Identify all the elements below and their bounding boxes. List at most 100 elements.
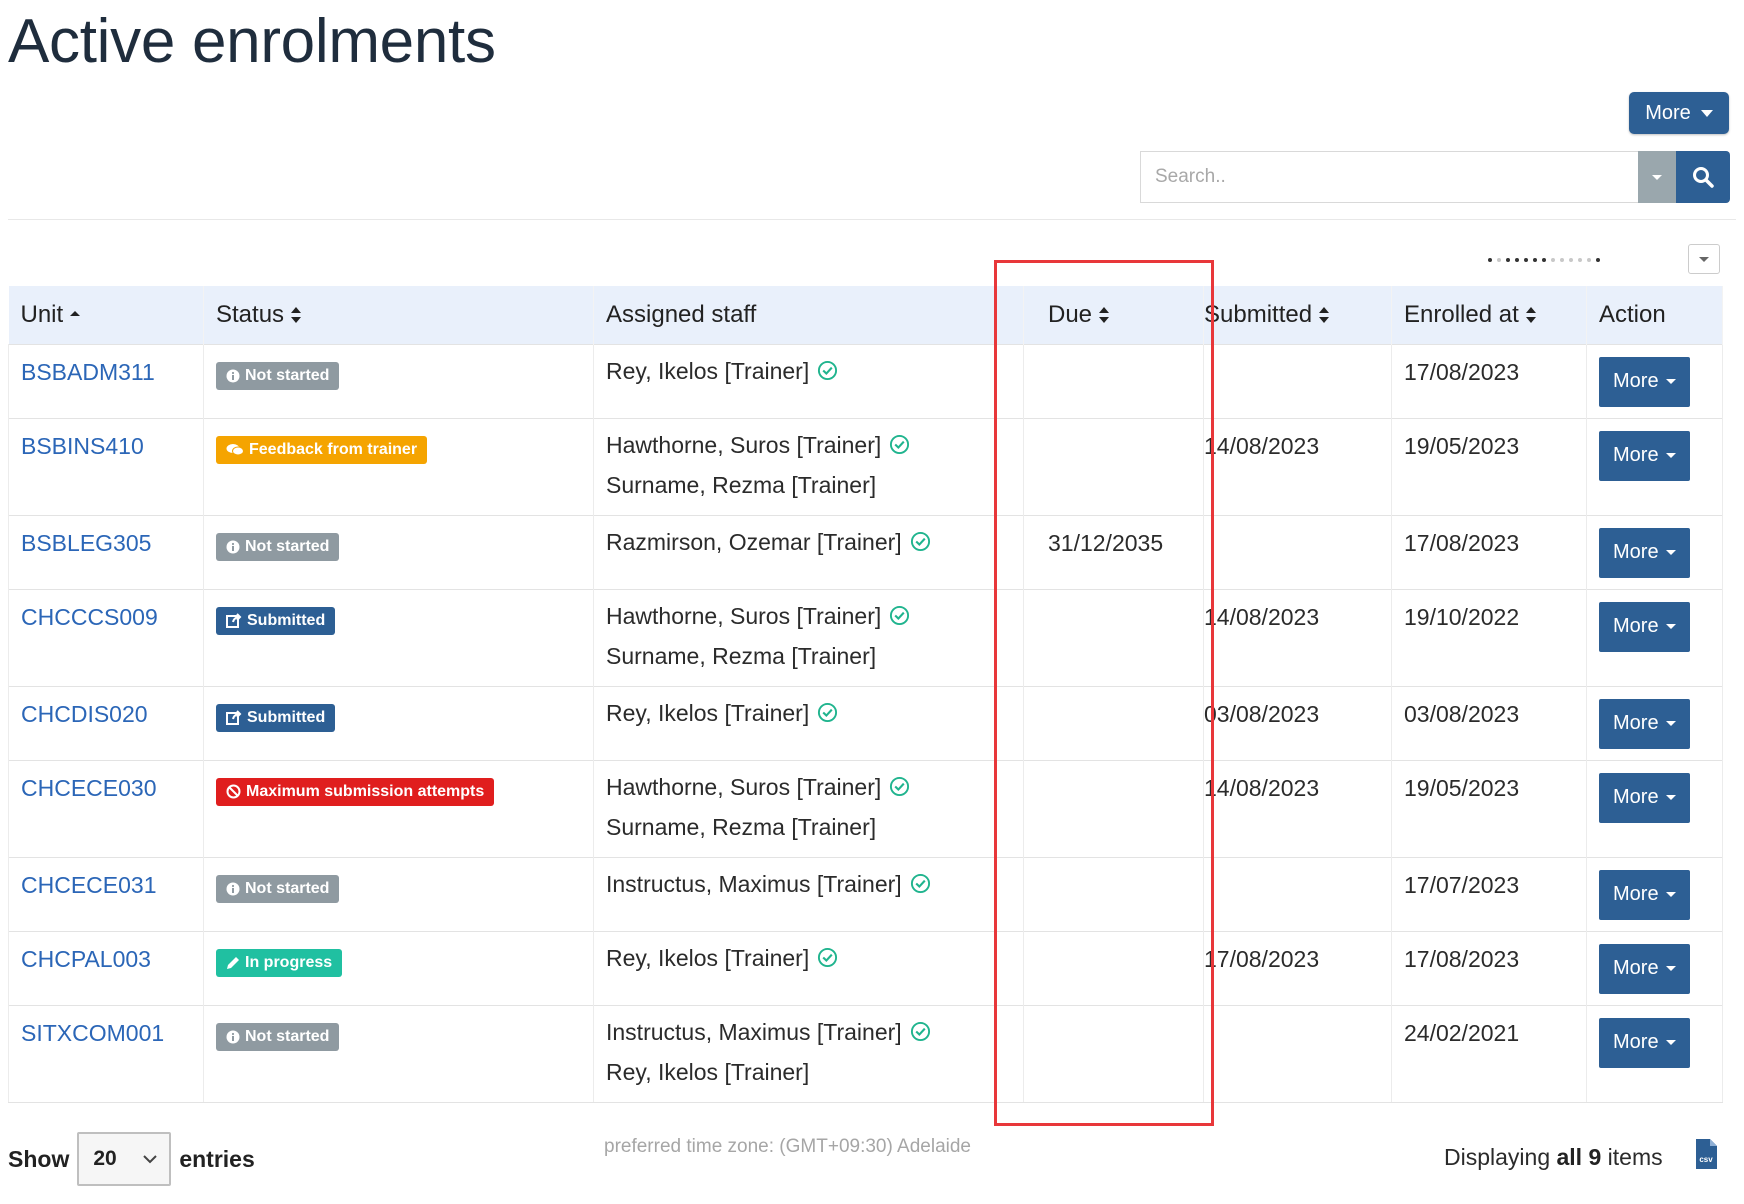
pager-dot[interactable]	[1542, 258, 1546, 262]
cell-enrolled-at: 17/08/2023	[1391, 930, 1587, 1005]
cell-status: Not started	[203, 1004, 594, 1103]
more-menu-button[interactable]: More	[1629, 92, 1729, 134]
unit-link[interactable]: CHCCCS009	[21, 604, 158, 630]
pager-dot[interactable]	[1524, 258, 1528, 262]
staff-member: Rey, Ikelos [Trainer]	[606, 355, 1011, 387]
search-button[interactable]	[1676, 151, 1730, 203]
staff-name: Surname, Rezma [Trainer]	[606, 471, 877, 498]
cell-enrolled-at: 03/08/2023	[1391, 685, 1587, 760]
pager-dot[interactable]	[1587, 258, 1591, 262]
column-header-enrolled-at[interactable]: Enrolled at	[1391, 286, 1587, 344]
page-size-control: Show 20 entries	[8, 1132, 255, 1186]
pager-dot[interactable]	[1560, 258, 1564, 262]
status-label: Submitted	[247, 611, 326, 629]
table-row: CHCECE031 Not started Instructus, Maximus …	[8, 856, 1723, 931]
pager-dot[interactable]	[1488, 258, 1492, 262]
caret-down-icon	[1665, 892, 1676, 897]
unit-link[interactable]: CHCPAL003	[21, 946, 151, 972]
submitted-date: 14/08/2023	[1204, 603, 1320, 630]
cell-unit: CHCECE031	[8, 856, 204, 931]
pager-dot[interactable]	[1596, 258, 1600, 262]
column-toggle-button[interactable]	[1688, 244, 1720, 274]
row-more-button[interactable]: More	[1599, 943, 1690, 994]
caret-down-icon	[1665, 379, 1676, 384]
cell-assigned-staff: Rey, Ikelos [Trainer]	[593, 685, 1024, 760]
pager-dot[interactable]	[1497, 258, 1501, 262]
pager-dot[interactable]	[1533, 258, 1537, 262]
status-label: Not started	[245, 879, 330, 897]
cell-enrolled-at: 19/05/2023	[1391, 417, 1587, 515]
cell-assigned-staff: Hawthorne, Suros [Trainer] Surname, Rezma…	[593, 759, 1024, 857]
table-row: BSBLEG305 Not started Razmirson, Ozemar [T…	[8, 514, 1723, 589]
row-more-button[interactable]: More	[1599, 430, 1690, 481]
status-badge: Feedback from trainer	[216, 435, 428, 464]
cell-submitted: 17/08/2023	[1203, 930, 1392, 1005]
sort-icon	[291, 307, 302, 324]
unit-link[interactable]: CHCECE031	[21, 872, 157, 898]
csv-export-icon[interactable]: csv	[1694, 1138, 1718, 1170]
column-header-submitted[interactable]: Submitted	[1203, 286, 1392, 344]
pager-dot[interactable]	[1551, 258, 1555, 262]
page-size-select[interactable]: 20	[77, 1132, 172, 1186]
row-more-label: More	[1613, 370, 1659, 392]
cell-action: More	[1586, 417, 1723, 515]
unit-link[interactable]: SITXCOM001	[21, 1020, 164, 1046]
column-header-status[interactable]: Status	[203, 286, 594, 344]
sort-icon	[1525, 307, 1536, 324]
row-more-button[interactable]: More	[1599, 527, 1690, 578]
cell-enrolled-at: 19/05/2023	[1391, 759, 1587, 857]
cell-enrolled-at: 24/02/2021	[1391, 1004, 1587, 1103]
cell-action: More	[1586, 588, 1723, 686]
staff-member: Razmirson, Ozemar [Trainer]	[606, 526, 1011, 558]
unit-link[interactable]: CHCECE030	[21, 775, 157, 801]
verified-check-icon	[890, 605, 910, 626]
row-more-button[interactable]: More	[1599, 698, 1690, 749]
staff-name: Rey, Ikelos [Trainer]	[606, 357, 810, 384]
status-label: In progress	[245, 953, 333, 971]
caret-down-icon	[1665, 966, 1676, 971]
caret-down-icon	[1665, 721, 1676, 726]
unit-link[interactable]: CHCDIS020	[21, 701, 148, 727]
page-size-value: 20	[93, 1147, 117, 1170]
status-label: Not started	[245, 537, 330, 555]
search-options-dropdown[interactable]	[1638, 151, 1676, 203]
cell-submitted: 14/08/2023	[1203, 588, 1392, 686]
verified-check-icon	[890, 434, 910, 455]
status-badge: Not started	[216, 1022, 340, 1051]
status-label: Submitted	[247, 708, 326, 726]
cell-action: More	[1586, 685, 1723, 760]
unit-link[interactable]: BSBADM311	[21, 359, 155, 385]
pager-dot[interactable]	[1515, 258, 1519, 262]
cell-status: Not started	[203, 856, 594, 931]
row-more-button[interactable]: More	[1599, 772, 1690, 823]
cell-due	[1023, 759, 1204, 857]
row-more-button[interactable]: More	[1599, 356, 1690, 407]
pager-dot[interactable]	[1569, 258, 1573, 262]
info-icon	[226, 540, 240, 554]
search-input[interactable]	[1140, 151, 1638, 203]
cell-status: Feedback from trainer	[203, 417, 594, 515]
verified-check-icon	[818, 947, 838, 968]
unit-link[interactable]: BSBLEG305	[21, 530, 151, 556]
entries-label: entries	[179, 1145, 255, 1172]
unit-link[interactable]: BSBINS410	[21, 433, 144, 459]
pencil-icon	[226, 956, 240, 970]
row-more-button[interactable]: More	[1599, 869, 1690, 920]
column-header-due[interactable]: Due	[1023, 286, 1204, 344]
svg-text:csv: csv	[1699, 1155, 1713, 1164]
staff-member: Instructus, Maximus [Trainer]	[606, 1016, 1011, 1048]
column-pager-dots[interactable]	[1488, 258, 1600, 262]
share-icon	[226, 613, 242, 628]
row-more-button[interactable]: More	[1599, 601, 1690, 652]
page-title: Active enrolments	[8, 7, 496, 76]
staff-member: Hawthorne, Suros [Trainer]	[606, 600, 1011, 632]
cell-status: Submitted	[203, 588, 594, 686]
row-more-label: More	[1613, 615, 1659, 637]
pager-dot[interactable]	[1506, 258, 1510, 262]
column-header-unit[interactable]: Unit	[8, 286, 204, 344]
submitted-date: 14/08/2023	[1204, 774, 1320, 801]
pager-dot[interactable]	[1578, 258, 1582, 262]
due-date: 31/12/2035	[1048, 529, 1164, 556]
row-more-button[interactable]: More	[1599, 1017, 1690, 1068]
cell-submitted	[1203, 514, 1392, 589]
